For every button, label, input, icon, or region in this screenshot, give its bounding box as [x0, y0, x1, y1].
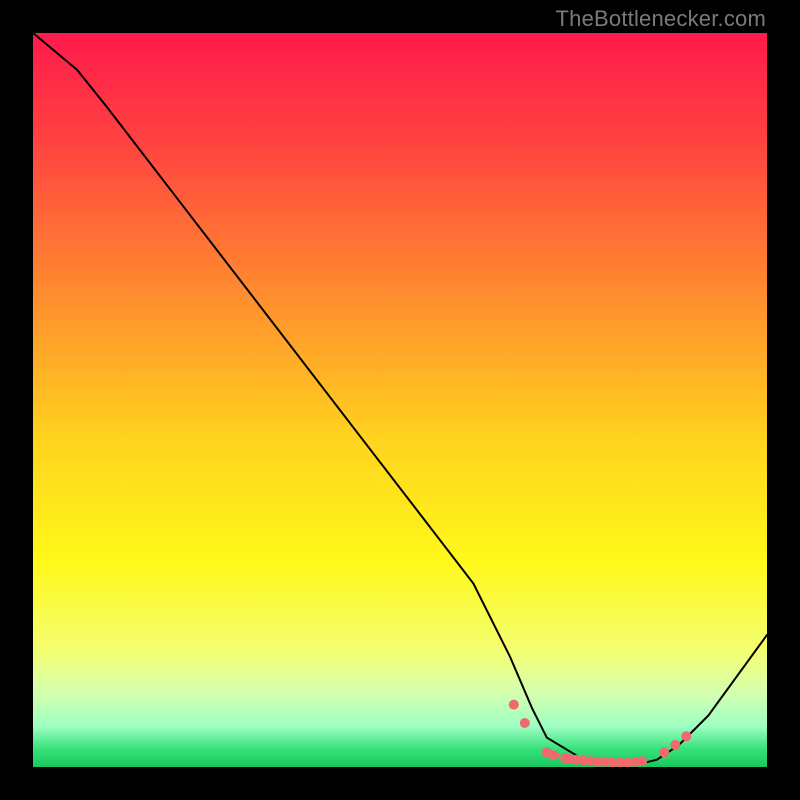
- plot-area: [33, 33, 767, 767]
- marker-dot: [509, 700, 519, 710]
- chart-frame: TheBottlenecker.com: [0, 0, 800, 800]
- marker-dot: [549, 750, 559, 760]
- gradient-background: [33, 33, 767, 767]
- marker-dot: [681, 731, 691, 741]
- marker-dot: [670, 740, 680, 750]
- chart-svg: [33, 33, 767, 767]
- marker-dot: [520, 718, 530, 728]
- marker-dot: [637, 756, 647, 766]
- marker-dot: [659, 747, 669, 757]
- watermark-text: TheBottlenecker.com: [556, 6, 766, 32]
